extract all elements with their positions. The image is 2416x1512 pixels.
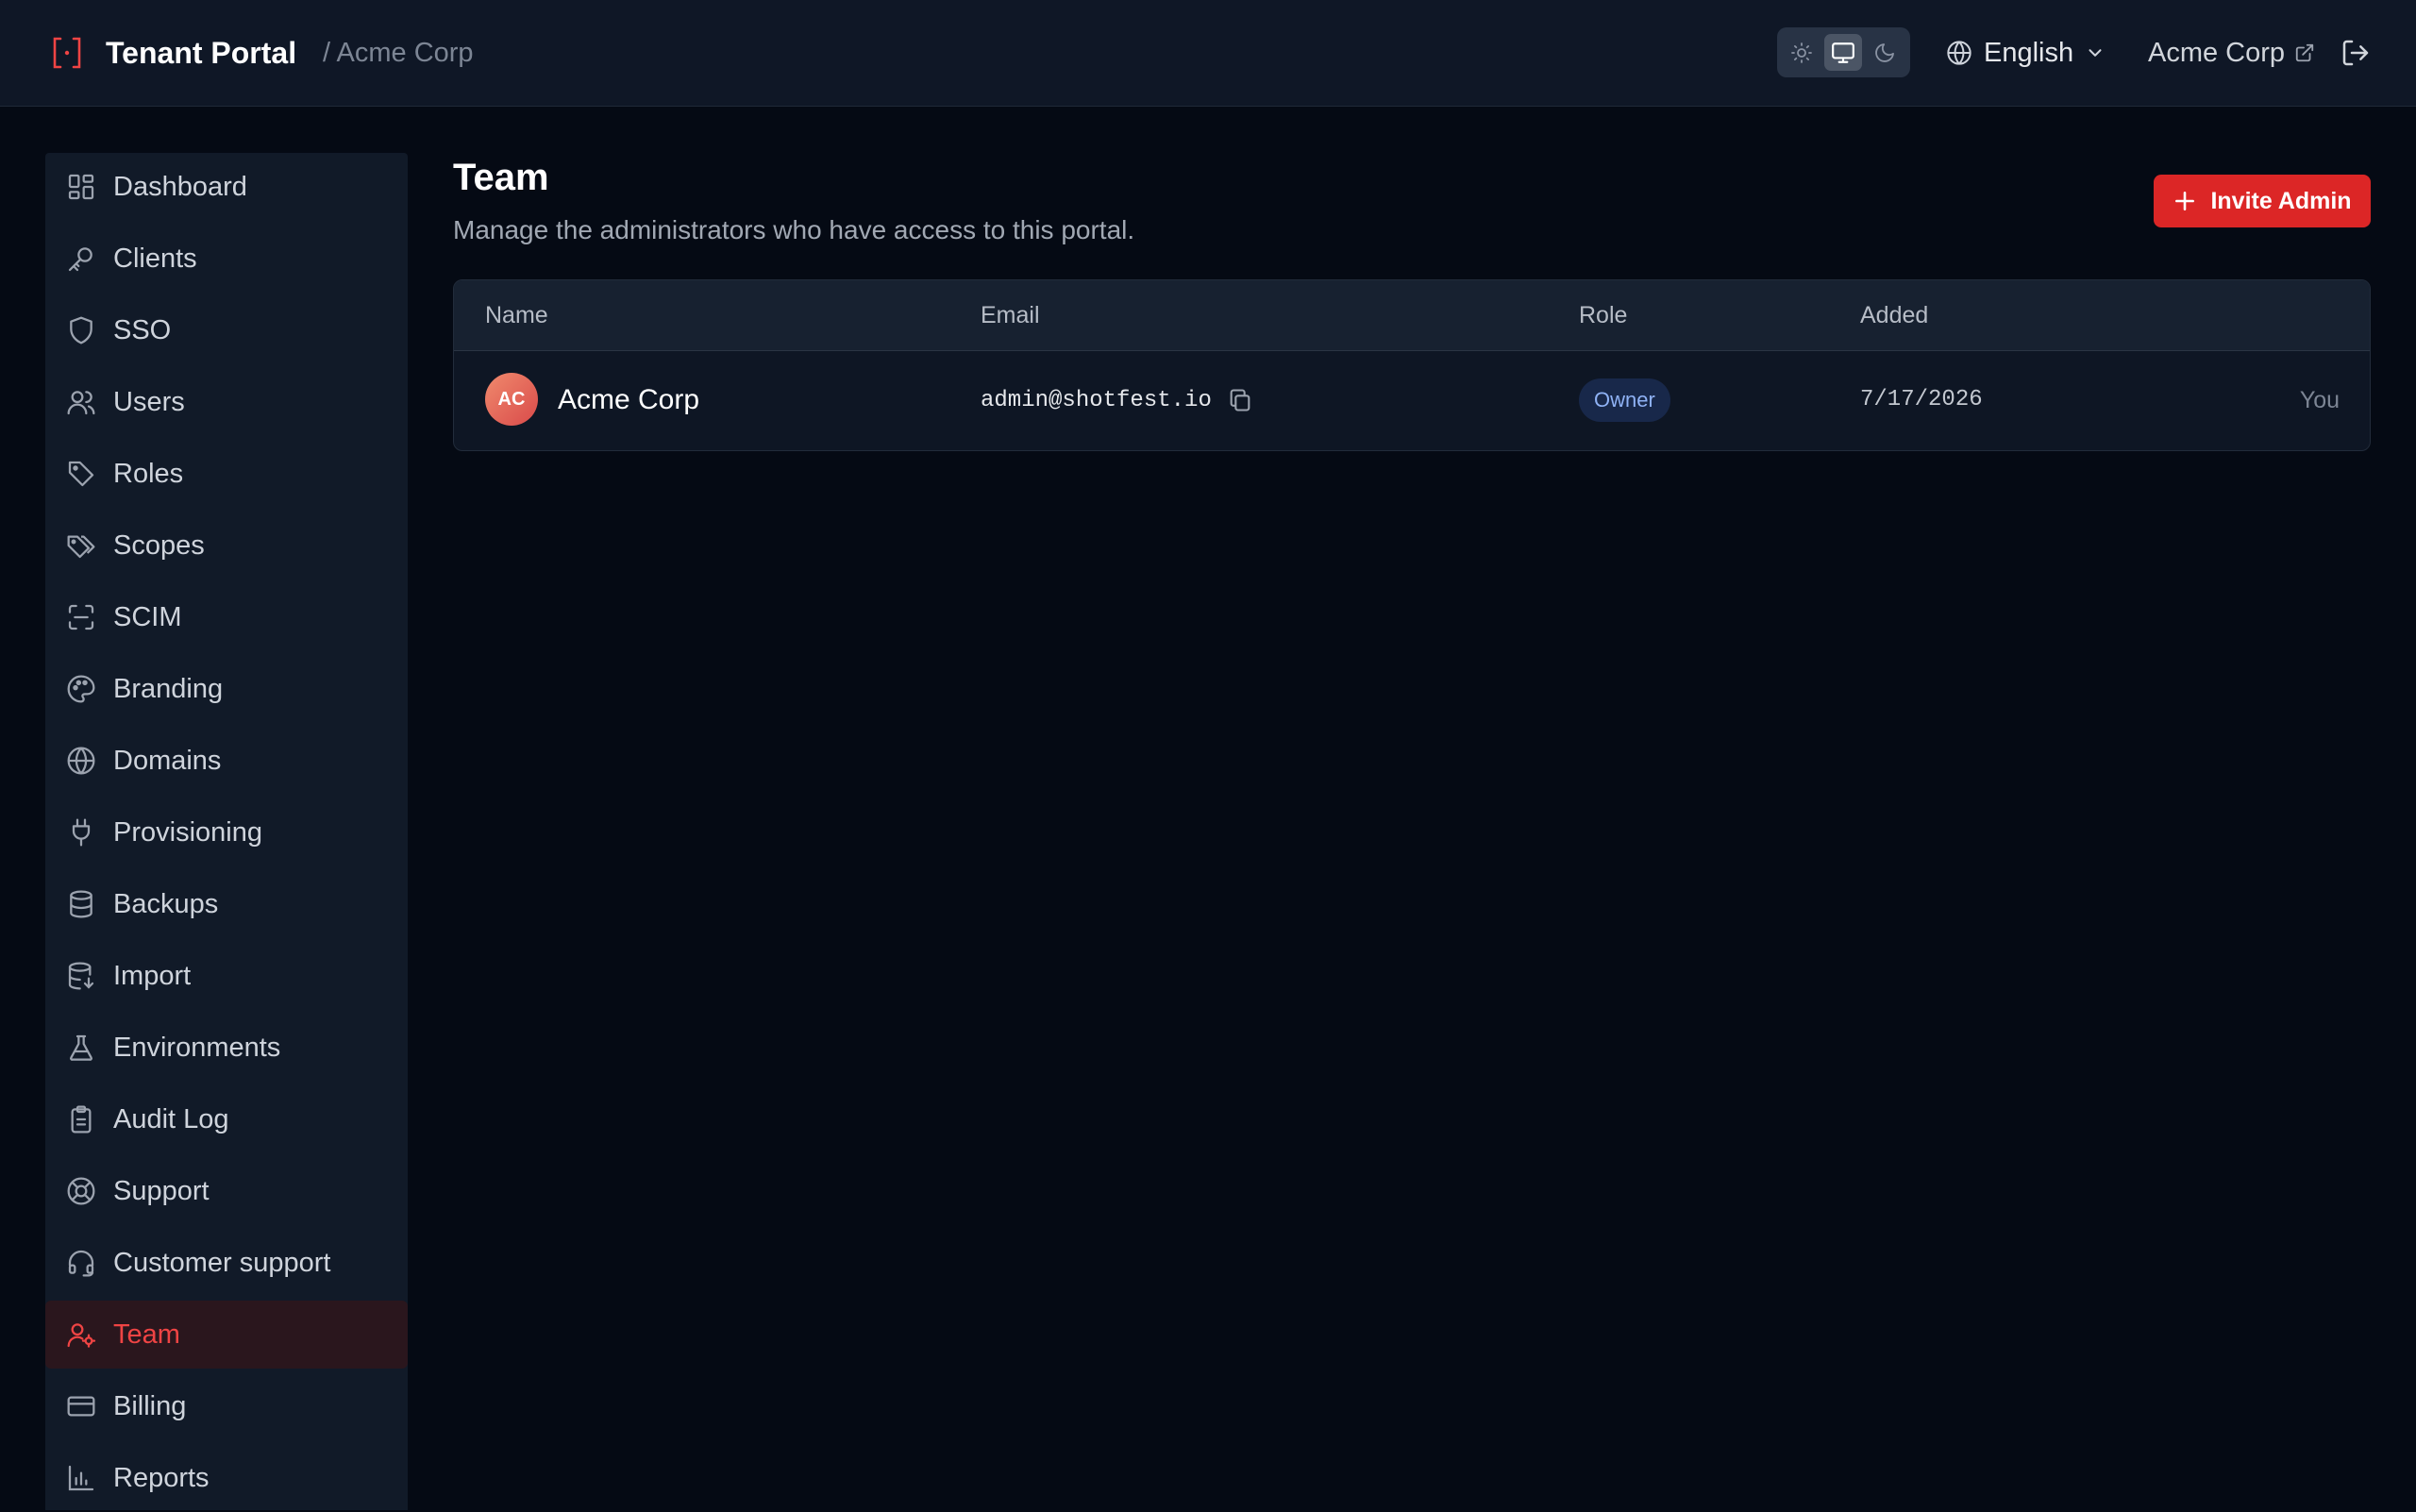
sidebar-item-label: Import [113, 960, 192, 991]
sidebar-item-environments[interactable]: Environments [45, 1014, 408, 1082]
shield-icon [70, 316, 92, 344]
chevron-down-icon [2089, 49, 2102, 57]
sidebar-item-roles[interactable]: Roles [45, 440, 408, 508]
top-bar: Tenant Portal / Acme Corp English Acme C… [0, 0, 2416, 107]
account-link[interactable]: Acme Corp [2148, 32, 2315, 74]
sidebar-item-label: Backups [113, 888, 219, 919]
sidebar-item-backups[interactable]: Backups [45, 870, 408, 938]
language-select[interactable]: English [1946, 32, 2106, 74]
language-label: English [1984, 37, 2074, 68]
column-header-name[interactable]: Name [485, 280, 548, 350]
member-added-date: 7/17/2026 [1860, 387, 1983, 412]
sidebar-item-audit-log[interactable]: Audit Log [45, 1085, 408, 1153]
bar-chart-icon [68, 1465, 94, 1491]
sidebar-item-billing[interactable]: Billing [45, 1372, 408, 1440]
breadcrumb: / Acme Corp [323, 38, 474, 68]
sidebar-item-label: Users [113, 386, 185, 417]
sidebar-item-label: Reports [113, 1462, 210, 1493]
member-email: admin@shotfest.io [981, 387, 1212, 413]
account-name: Acme Corp [2148, 37, 2286, 68]
sidebar-item-label: Clients [113, 243, 197, 274]
theme-dark-button[interactable] [1866, 34, 1904, 71]
invite-admin-label: Invite Admin [2210, 187, 2352, 214]
sidebar-item-label: Branding [113, 673, 224, 704]
current-user-label: You [2299, 387, 2340, 413]
sidebar-item-scopes[interactable]: Scopes [45, 512, 408, 580]
sidebar-item-label: Roles [113, 458, 184, 489]
sidebar-item-label: Customer support [113, 1247, 331, 1278]
dashboard-icon [68, 174, 94, 200]
theme-light-button[interactable] [1783, 34, 1820, 71]
sidebar-item-team[interactable]: Team [45, 1301, 408, 1369]
user-cog-icon [67, 1323, 96, 1348]
member-email-cell: admin@shotfest.io [981, 350, 1253, 450]
page-title: Team [453, 157, 549, 198]
monitor-icon [1832, 42, 1854, 63]
sidebar-item-label: Support [113, 1175, 210, 1206]
tags-icon [67, 535, 95, 559]
sidebar-item-label: Billing [113, 1390, 187, 1421]
sidebar: Dashboard Clients SSO Users Roles Scopes… [45, 153, 408, 1510]
copy-email-button[interactable] [1227, 387, 1253, 413]
globe-icon [1947, 41, 1971, 65]
column-header-added[interactable]: Added [1860, 280, 1928, 350]
plug-icon [72, 818, 91, 847]
key-icon [68, 247, 92, 272]
theme-toggle [1777, 27, 1910, 77]
logout-icon [2342, 40, 2369, 66]
logout-button[interactable] [2340, 38, 2371, 68]
sidebar-item-provisioning[interactable]: Provisioning [45, 798, 408, 866]
theme-system-button[interactable] [1824, 34, 1862, 71]
sidebar-item-label: Provisioning [113, 816, 262, 848]
sun-icon [1791, 42, 1812, 63]
sidebar-item-label: Dashboard [113, 171, 247, 202]
sidebar-item-sso[interactable]: SSO [45, 296, 408, 364]
table-row[interactable]: AC Acme Corp admin@shotfest.io Owner 7/1… [454, 350, 2370, 450]
column-header-role[interactable]: Role [1579, 280, 1627, 350]
tag-icon [68, 461, 94, 487]
copy-icon [1230, 389, 1250, 412]
globe-icon [67, 747, 95, 775]
role-badge: Owner [1579, 378, 1670, 422]
logo-icon[interactable] [51, 36, 83, 70]
lifebuoy-icon [67, 1177, 95, 1205]
sidebar-item-import[interactable]: Import [45, 942, 408, 1010]
sidebar-item-branding[interactable]: Branding [45, 655, 408, 723]
sidebar-item-customer-support[interactable]: Customer support [45, 1229, 408, 1297]
palette-icon [67, 675, 95, 703]
sidebar-item-label: Scopes [113, 529, 205, 561]
sidebar-item-support[interactable]: Support [45, 1157, 408, 1225]
credit-card-icon [67, 1396, 95, 1417]
sidebar-item-scim[interactable]: SCIM [45, 583, 408, 651]
member-name: Acme Corp [558, 384, 700, 415]
database-icon [70, 890, 92, 918]
sidebar-item-label: Audit Log [113, 1103, 229, 1134]
sidebar-item-label: Team [113, 1319, 180, 1350]
sidebar-item-users[interactable]: Users [45, 368, 408, 436]
sidebar-item-clients[interactable]: Clients [45, 225, 408, 293]
external-link-icon [2295, 43, 2314, 62]
sidebar-item-domains[interactable]: Domains [45, 727, 408, 795]
scan-icon [68, 604, 94, 630]
brand-title[interactable]: Tenant Portal [106, 32, 296, 74]
sidebar-item-label: SSO [113, 314, 172, 345]
clipboard-icon [71, 1105, 92, 1134]
table-header: Name Email Role Added [454, 280, 2370, 351]
sidebar-item-label: Environments [113, 1032, 281, 1063]
column-header-email[interactable]: Email [981, 280, 1040, 350]
plus-icon [2175, 192, 2195, 210]
sidebar-item-reports[interactable]: Reports [45, 1444, 408, 1512]
users-icon [67, 391, 95, 415]
moon-icon [1875, 42, 1894, 62]
avatar: AC [485, 373, 538, 426]
invite-admin-button[interactable]: Invite Admin [2154, 175, 2371, 227]
database-import-icon [68, 962, 94, 990]
flask-icon [70, 1034, 92, 1061]
sidebar-item-label: SCIM [113, 601, 182, 632]
headset-icon [68, 1250, 94, 1277]
sidebar-item-label: Domains [113, 745, 222, 776]
team-table: Name Email Role Added AC Acme Corp admin… [453, 279, 2371, 451]
sidebar-item-dashboard[interactable]: Dashboard [45, 153, 408, 221]
page-subtitle: Manage the administrators who have acces… [453, 215, 1135, 244]
